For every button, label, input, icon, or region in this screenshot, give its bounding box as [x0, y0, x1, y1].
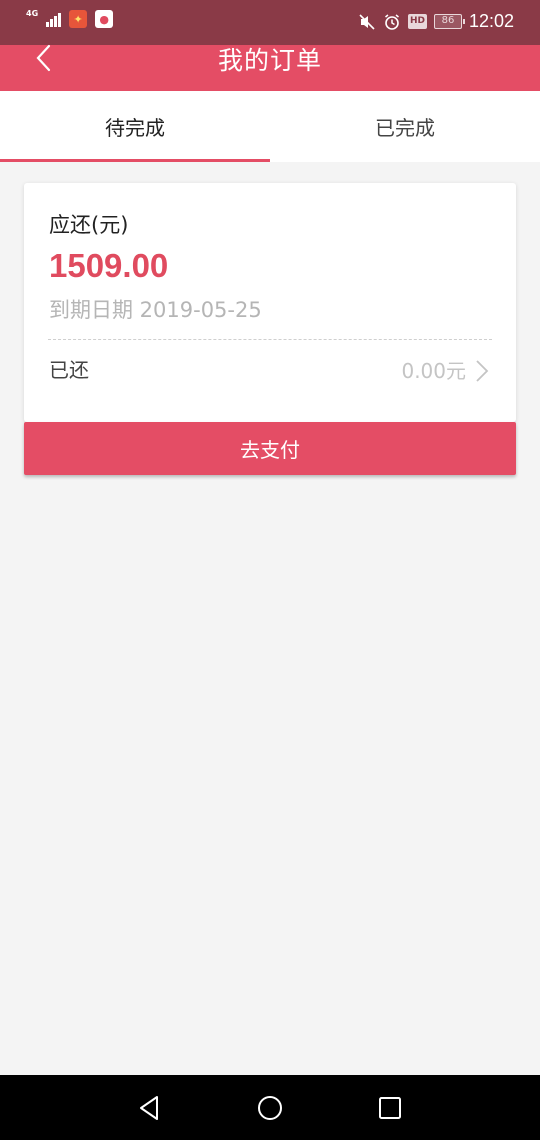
- network-type: 4G: [26, 9, 39, 18]
- due-date: 到期日期 2019-05-25: [49, 298, 262, 322]
- app-notification-icon: ●: [95, 10, 114, 28]
- signal-icon: [46, 11, 62, 27]
- battery-icon: 86: [433, 14, 465, 29]
- square-recent-icon[interactable]: [375, 1093, 405, 1123]
- order-tabs: 待完成 已完成: [0, 91, 540, 162]
- alarm-icon: [384, 13, 399, 30]
- chevron-right-icon: [476, 360, 489, 382]
- repaid-row[interactable]: 已还 0.00元: [24, 340, 516, 410]
- tab-pending[interactable]: 待完成: [0, 91, 270, 162]
- repaid-amount: 0.00元: [401, 359, 466, 383]
- circle-home-icon[interactable]: [255, 1093, 285, 1123]
- tab-label: 已完成: [375, 116, 435, 140]
- status-time: 12:02: [468, 11, 514, 31]
- status-bar: 4G ✦ ● HD 86 12:02: [0, 0, 540, 45]
- status-left: 4G ✦ ●: [26, 9, 114, 28]
- app-notification-icon: ✦: [69, 10, 88, 28]
- repaid-label: 已还: [49, 358, 89, 382]
- triangle-back-icon[interactable]: [135, 1093, 165, 1123]
- system-nav-bar: [0, 1075, 540, 1140]
- pay-button[interactable]: 去支付: [24, 422, 516, 475]
- status-right: HD 86 12:02: [358, 11, 514, 32]
- due-amount: 1509.00: [49, 247, 169, 284]
- hd-badge: HD: [407, 14, 427, 29]
- order-card: 应还(元) 1509.00 到期日期 2019-05-25 已还 0.00元: [24, 183, 516, 422]
- mute-icon: [359, 13, 375, 30]
- page-title: 我的订单: [217, 46, 322, 75]
- due-label: 应还(元): [49, 213, 129, 237]
- app-header: 我的订单: [0, 44, 540, 91]
- tab-completed[interactable]: 已完成: [270, 91, 540, 162]
- tab-label: 待完成: [105, 116, 165, 140]
